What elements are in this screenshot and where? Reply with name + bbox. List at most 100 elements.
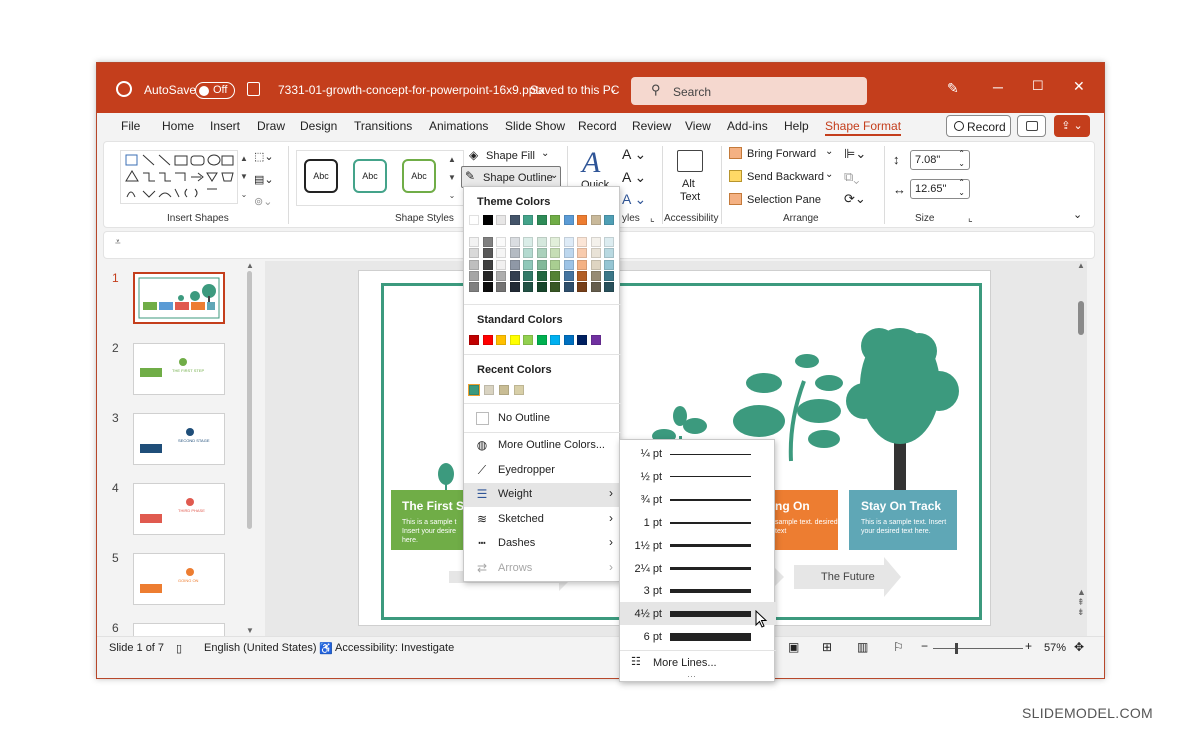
standard-color-swatch[interactable] — [496, 335, 506, 345]
spinner-icon[interactable]: ⌃ ⌄ — [958, 178, 965, 198]
slideshow-icon[interactable]: ⚐ — [893, 640, 904, 654]
tab-design[interactable]: Design — [300, 119, 337, 133]
theme-shade-swatch[interactable] — [536, 270, 547, 281]
fit-slide-icon[interactable]: ✥ — [1074, 640, 1084, 654]
minimize-icon[interactable]: ─ — [993, 79, 1003, 95]
search-box[interactable]: ⚲ Search — [631, 77, 867, 105]
tab-file[interactable]: File — [121, 119, 140, 133]
theme-color-swatch[interactable] — [590, 215, 601, 225]
theme-color-swatch[interactable] — [523, 215, 533, 225]
standard-color-swatch[interactable] — [550, 335, 560, 345]
chevron-down-icon[interactable]: ⌄ — [609, 84, 617, 95]
eyedropper-item[interactable]: ⟋ Eyedropper — [464, 459, 621, 483]
standard-color-swatch[interactable] — [469, 335, 479, 345]
text-box-icon[interactable]: ▤⌄ — [254, 173, 274, 186]
scroll-up-icon[interactable]: ▲ — [246, 261, 254, 270]
zoom-in-icon[interactable]: + — [1025, 639, 1032, 653]
slide-thumbnail-2[interactable]: THE FIRST STEP — [133, 343, 225, 395]
weight-option[interactable]: ¼ pt — [620, 442, 776, 465]
shape-style-green-outline[interactable]: Abc — [353, 159, 387, 193]
theme-shade-swatch[interactable] — [509, 282, 520, 293]
resize-grip-icon[interactable]: ⋯ — [687, 671, 696, 682]
theme-shade-swatch[interactable] — [536, 259, 547, 270]
pen-icon[interactable]: ✎ — [947, 80, 959, 97]
slide-thumbnail-5[interactable]: GOING ON — [133, 553, 225, 605]
theme-shade-swatch[interactable] — [563, 237, 574, 247]
tab-home[interactable]: Home — [162, 119, 194, 133]
share-button[interactable]: ⇪ ⌄ — [1054, 115, 1090, 137]
theme-shade-swatch[interactable] — [604, 248, 614, 259]
send-backward-label[interactable]: Send Backward — [747, 171, 824, 183]
theme-color-swatch[interactable] — [469, 215, 479, 225]
text-outline-icon[interactable]: A ⌄ — [622, 169, 646, 186]
canvas-scrollbar[interactable] — [1078, 301, 1084, 335]
merge-shapes-icon[interactable]: ⊚⌄ — [254, 195, 272, 208]
autosave-toggle[interactable]: Off — [195, 82, 235, 99]
standard-color-swatch[interactable] — [509, 335, 520, 345]
theme-shade-swatch[interactable] — [577, 270, 587, 281]
slide-thumbnail-4[interactable]: THIRD PHASE — [133, 483, 225, 535]
zoom-slider[interactable] — [933, 648, 1023, 649]
spinner-icon[interactable]: ⌃ ⌄ — [958, 149, 965, 169]
theme-shade-swatch[interactable] — [563, 248, 574, 259]
weight-option[interactable]: 3 pt — [620, 579, 776, 602]
weight-option[interactable]: ¾ pt — [620, 488, 776, 511]
theme-shade-swatch[interactable] — [509, 270, 520, 281]
weight-option[interactable]: 6 pt — [620, 625, 776, 648]
theme-shade-swatch[interactable] — [604, 237, 614, 247]
record-button[interactable]: Record — [946, 115, 1011, 137]
theme-shade-swatch[interactable] — [550, 259, 560, 270]
theme-shade-swatch[interactable] — [536, 248, 547, 259]
tab-review[interactable]: Review — [632, 119, 671, 133]
theme-shade-swatch[interactable] — [496, 237, 506, 247]
tab-slide-show[interactable]: Slide Show — [505, 119, 565, 133]
tab-shape-format[interactable]: Shape Format — [825, 119, 902, 136]
tab-insert[interactable]: Insert — [210, 119, 240, 133]
weight-option[interactable]: 1 pt — [620, 511, 776, 534]
slide-sorter-icon[interactable]: ⊞ — [822, 640, 832, 654]
save-status[interactable]: Saved to this PC — [530, 83, 619, 97]
theme-shade-swatch[interactable] — [469, 248, 479, 259]
standard-color-swatch[interactable] — [563, 335, 574, 345]
theme-shade-swatch[interactable] — [469, 259, 479, 270]
theme-shade-swatch[interactable] — [563, 270, 574, 281]
first-step-box[interactable]: The First S This is a sample t Insert yo… — [391, 490, 465, 550]
theme-shade-swatch[interactable] — [509, 259, 520, 270]
theme-shade-swatch[interactable] — [496, 248, 506, 259]
notes-icon[interactable]: ▯ — [176, 642, 182, 655]
chevron-down-icon[interactable]: ⌄ — [825, 169, 833, 180]
theme-shade-swatch[interactable] — [496, 282, 506, 293]
shape-styles-scroll[interactable]: ▲ ▼ ⌄ — [447, 151, 457, 205]
theme-shade-swatch[interactable] — [550, 282, 560, 293]
language-status[interactable]: English (United States) — [204, 642, 317, 654]
group-objects-icon[interactable]: ⧉⌄ — [844, 169, 859, 185]
standard-color-swatch[interactable] — [536, 335, 547, 345]
theme-shade-swatch[interactable] — [590, 237, 601, 247]
theme-shade-swatch[interactable] — [482, 259, 493, 270]
dialog-launcher-icon[interactable]: ⌞ — [968, 213, 973, 224]
recent-color-swatch[interactable] — [514, 385, 524, 395]
selection-pane-icon[interactable] — [729, 193, 742, 205]
maximize-icon[interactable]: ☐ — [1032, 78, 1044, 94]
quick-styles-icon[interactable]: A — [582, 146, 600, 180]
tab-help[interactable]: Help — [784, 119, 809, 133]
theme-shade-swatch[interactable] — [482, 282, 493, 293]
shape-style-lime-outline[interactable]: Abc — [402, 159, 436, 193]
theme-shade-swatch[interactable] — [469, 237, 479, 247]
theme-shade-swatch[interactable] — [509, 248, 520, 259]
standard-color-swatch[interactable] — [523, 335, 533, 345]
normal-view-icon[interactable]: ▣ — [788, 640, 799, 654]
alt-text-label-2[interactable]: Text — [680, 191, 700, 203]
weight-option[interactable]: 4½ pt — [620, 602, 776, 626]
theme-shade-swatch[interactable] — [523, 259, 533, 270]
rotate-icon[interactable]: ⟳⌄ — [844, 191, 866, 207]
theme-shade-swatch[interactable] — [550, 248, 560, 259]
theme-shade-swatch[interactable] — [590, 259, 601, 270]
theme-shade-swatch[interactable] — [550, 270, 560, 281]
reading-view-icon[interactable]: ▥ — [857, 640, 868, 654]
theme-shade-swatch[interactable] — [469, 270, 479, 281]
standard-color-swatch[interactable] — [482, 335, 493, 345]
shape-fill-button[interactable]: ◈ Shape Fill ⌄ — [466, 146, 562, 166]
theme-color-swatch[interactable] — [577, 215, 587, 225]
theme-shade-swatch[interactable] — [523, 282, 533, 293]
